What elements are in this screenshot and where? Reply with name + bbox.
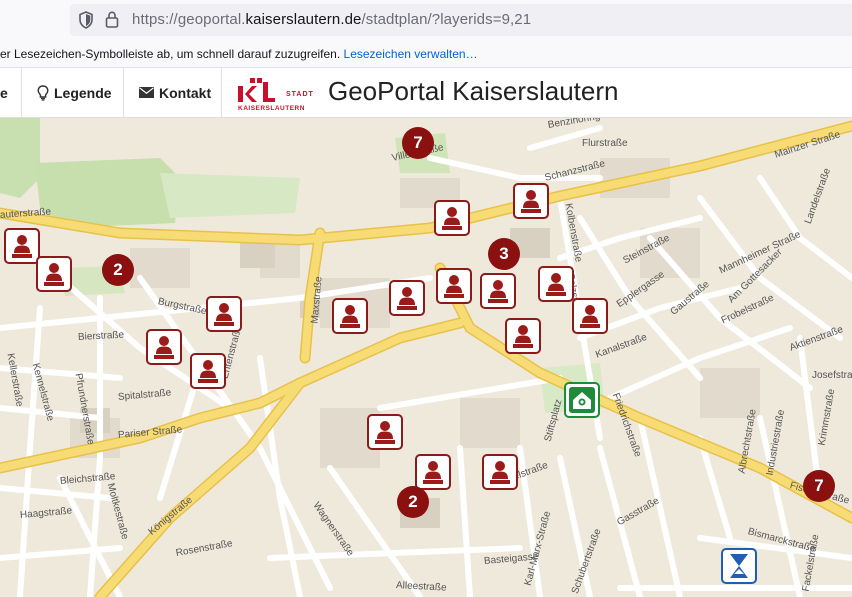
city-map[interactable]: auterstraße Mainzer Straße Schanzstraße … bbox=[0, 118, 852, 597]
bookmark-toolbar: er Lesezeichen-Symbolleiste ab, um schne… bbox=[0, 40, 852, 68]
special-marker[interactable] bbox=[721, 548, 757, 584]
monument-marker[interactable] bbox=[332, 298, 368, 334]
house-icon bbox=[569, 387, 595, 413]
cluster-marker[interactable]: 2 bbox=[397, 486, 429, 518]
monument-marker[interactable] bbox=[4, 228, 40, 264]
bookmark-hint: er Lesezeichen-Symbolleiste ab, um schne… bbox=[0, 47, 478, 61]
nav-legend-label: Legende bbox=[54, 84, 112, 101]
monument-marker[interactable] bbox=[146, 329, 182, 365]
monument-marker[interactable] bbox=[538, 266, 574, 302]
monument-marker[interactable] bbox=[36, 256, 72, 292]
bust-icon bbox=[546, 273, 566, 296]
bust-icon bbox=[580, 305, 600, 328]
url-text[interactable]: https://geoportal.kaiserslautern.de/stad… bbox=[132, 11, 531, 28]
bust-icon bbox=[44, 263, 64, 286]
bust-icon bbox=[397, 287, 417, 310]
bust-icon bbox=[12, 235, 32, 258]
monument-marker[interactable] bbox=[415, 454, 451, 490]
monument-marker[interactable] bbox=[513, 183, 549, 219]
bust-icon bbox=[340, 305, 360, 328]
envelope-icon bbox=[139, 87, 154, 98]
hourglass-icon bbox=[730, 554, 748, 578]
bust-icon bbox=[490, 461, 510, 484]
nav-divider bbox=[21, 68, 22, 117]
street-label: Flurstraße bbox=[582, 138, 628, 149]
bust-icon bbox=[198, 360, 218, 383]
monument-marker[interactable] bbox=[482, 454, 518, 490]
monument-marker[interactable] bbox=[389, 280, 425, 316]
monument-marker[interactable] bbox=[572, 298, 608, 334]
monument-marker[interactable] bbox=[190, 353, 226, 389]
nav-divider bbox=[123, 68, 124, 117]
monument-marker[interactable] bbox=[480, 273, 516, 309]
monument-marker[interactable] bbox=[206, 296, 242, 332]
logo-text-city: KAISERSLAUTERN bbox=[238, 105, 305, 112]
nav-divider bbox=[221, 68, 222, 117]
cluster-marker[interactable]: 3 bbox=[488, 238, 520, 270]
lock-icon[interactable] bbox=[105, 11, 119, 28]
nav-contact[interactable]: Kontakt bbox=[139, 68, 211, 117]
city-logo[interactable]: STADT KAISERSLAUTERN bbox=[236, 76, 316, 112]
bust-icon bbox=[442, 207, 462, 230]
cluster-marker[interactable]: 2 bbox=[102, 254, 134, 286]
bust-icon bbox=[214, 303, 234, 326]
map-base-tiles[interactable] bbox=[0, 118, 852, 597]
nav-legend[interactable]: Legende bbox=[37, 68, 112, 117]
street-label: Josefstraße bbox=[812, 370, 852, 381]
lightbulb-icon bbox=[37, 84, 49, 101]
nav-item-truncated[interactable]: e bbox=[0, 68, 20, 117]
page-title: GeoPortal Kaiserslautern bbox=[328, 76, 619, 106]
cluster-marker[interactable]: 7 bbox=[402, 127, 434, 159]
shield-icon[interactable] bbox=[78, 11, 94, 29]
bust-icon bbox=[444, 275, 464, 298]
bust-icon bbox=[375, 421, 395, 444]
cluster-marker[interactable]: 7 bbox=[803, 470, 835, 502]
bookmark-hint-text: er Lesezeichen-Symbolleiste ab, um schne… bbox=[0, 47, 341, 61]
manage-bookmarks-link[interactable]: Lesezeichen verwalten… bbox=[344, 47, 478, 61]
bust-icon bbox=[521, 190, 541, 213]
monument-marker[interactable] bbox=[505, 318, 541, 354]
bust-icon bbox=[423, 461, 443, 484]
house-marker[interactable] bbox=[564, 382, 600, 418]
bust-icon bbox=[513, 325, 533, 348]
monument-marker[interactable] bbox=[367, 414, 403, 450]
monument-marker[interactable] bbox=[434, 200, 470, 236]
bust-icon bbox=[154, 336, 174, 359]
nav-contact-label: Kontakt bbox=[159, 84, 212, 101]
monument-marker[interactable] bbox=[436, 268, 472, 304]
nav-item-truncated-label: e bbox=[0, 84, 8, 101]
app-header: e Legende Kontakt STADT KAISERSLAUTERN G… bbox=[0, 68, 852, 118]
browser-url-bar: https://geoportal.kaiserslautern.de/stad… bbox=[0, 0, 852, 40]
bust-icon bbox=[488, 280, 508, 303]
logo-text-stadt: STADT bbox=[286, 91, 314, 98]
